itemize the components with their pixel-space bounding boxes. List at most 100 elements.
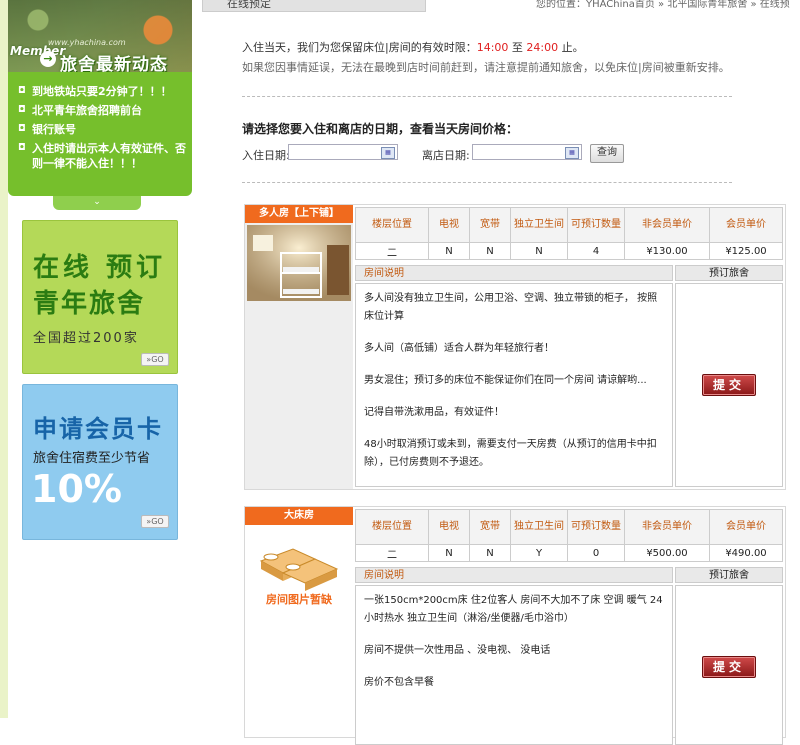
col-header-count: 可预订数量 [567, 207, 625, 243]
calendar-icon[interactable]: ▦ [381, 147, 395, 159]
desc-paragraph: 一张150cm*200cm床 住2位客人 房间不大加不了床 空调 暖气 24小时… [364, 595, 663, 624]
room-dorm: 多人房【上下铺】 楼层位置 电视 宽带 独立卫生间 可预订数量 非会员单价 会员… [244, 204, 786, 490]
cell-broadband: N [469, 544, 511, 562]
news-banner[interactable]: www.yhachina.com Member → 旅舍最新动态 [8, 0, 192, 72]
col-header-broadband: 宽带 [469, 207, 511, 243]
desc-header: 房间说明 [355, 567, 673, 583]
cell-broadband: N [469, 242, 511, 260]
news-list: ◘ 到地铁站只要2分钟了！！！ ◘ 北平青年旅舍招聘前台 ◘ 银行账号 ◘ 入住时请出示… [8, 72, 192, 196]
promo-booking-line3: 全国超过200家 [33, 331, 139, 346]
col-header-member: 会员单价 [709, 509, 783, 545]
news-item[interactable]: ◘ 北平青年旅舍招聘前台 [18, 103, 192, 118]
promo-member-line2: 旅舍住宿费至少节省 [33, 451, 151, 466]
book-header: 预订旅舍 [675, 265, 783, 281]
room-description: 一张150cm*200cm床 住2位客人 房间不大加不了床 空调 暖气 24小时… [355, 585, 673, 745]
news-item-label: 入住时请出示本人有效证件、否则一律不能入住！！！ [32, 142, 186, 170]
col-header-count: 可预订数量 [567, 509, 625, 545]
cell-member-price: ¥490.00 [709, 544, 783, 562]
col-header-nonmember: 非会员单价 [624, 509, 710, 545]
cell-tv: N [428, 544, 470, 562]
news-item[interactable]: ◘ 到地铁站只要2分钟了！！！ [18, 84, 192, 99]
notice-subtext: 如果您因事情延误，无法在最晚到店时间前赶到，请注意提前通知旅舍，以免床位|房间被… [242, 61, 730, 74]
bullet-icon: ◘ [18, 105, 26, 115]
query-button[interactable]: 查询 [590, 144, 624, 163]
bullet-icon: ◘ [18, 124, 26, 134]
col-header-bath: 独立卫生间 [510, 509, 568, 545]
online-booking-promo[interactable]: 在线 预订 青年旅舍 全国超过200家 »GO [22, 220, 178, 374]
submit-button[interactable]: 提交 [702, 656, 756, 678]
photo-missing-label: 房间图片暂缺 [266, 593, 332, 606]
room-title: 多人房【上下铺】 [245, 205, 353, 223]
col-header-member: 会员单价 [709, 207, 783, 243]
room-description: 多人间没有独立卫生间，公用卫浴、空调、独立带锁的柜子， 按照床位计算 多人间（高… [355, 283, 673, 487]
date-selector: 请选择您要入住和离店的日期，查看当天房间价格： 入住日期: ▦ 离店日期: ▦ … [242, 120, 624, 163]
main-content: 在线预定 您的位置：YHAChina首页 » 北平国际青年旅舍 » 在线预 入住… [192, 0, 800, 745]
col-header-bath: 独立卫生间 [510, 207, 568, 243]
promo-booking-line2: 青年旅舍 [33, 289, 146, 319]
desc-paragraph: 记得自带洗漱用品，有效证件！ [364, 407, 504, 418]
news-item[interactable]: ◘ 银行账号 [18, 122, 192, 137]
desc-paragraph: 48小时取消预订或未到，需要支付一天房费（从预订的信用卡中扣除），已付房费则不予… [364, 439, 657, 468]
promo-booking-line1: 在线 预订 [33, 253, 167, 283]
bullet-icon: ◘ [18, 143, 26, 153]
col-header-floor: 楼层位置 [355, 509, 429, 545]
table-row: 二 N N Y 0 ¥500.00 ¥490.00 [355, 544, 783, 562]
table-row: 二 N N N 4 ¥130.00 ¥125.00 [355, 242, 783, 260]
desc-paragraph: 多人间没有独立卫生间，公用卫浴、空调、独立带锁的柜子， 按照床位计算 [364, 293, 658, 322]
desc-paragraph: 房间不提供一次性用品 、没电视、 没电话 [364, 645, 551, 656]
book-cell: 提交 [675, 585, 783, 745]
divider [242, 96, 732, 97]
notice-text: 至 [508, 41, 527, 54]
banner-member-logo: Member [10, 44, 66, 58]
cell-count: 4 [567, 242, 625, 260]
book-cell: 提交 [675, 283, 783, 487]
desc-paragraph: 多人间（高低铺）适合人群为年轻旅行者！ [364, 343, 554, 354]
checkin-label: 入住日期: [242, 149, 290, 162]
book-header: 预订旅舍 [675, 567, 783, 583]
promo-member-discount: 10% [31, 467, 122, 511]
date-selector-heading: 请选择您要入住和离店的日期，查看当天房间价格： [242, 122, 519, 136]
cell-count: 0 [567, 544, 625, 562]
notice-time-start: 14:00 [476, 41, 509, 54]
bullet-icon: ◘ [18, 86, 26, 96]
col-header-broadband: 宽带 [469, 509, 511, 545]
submit-button[interactable]: 提交 [702, 374, 756, 396]
cell-bath: Y [510, 544, 568, 562]
notice-text: 止。 [558, 41, 584, 54]
news-item[interactable]: ◘ 入住时请出示本人有效证件、否则一律不能入住！！！ [18, 141, 192, 171]
left-background-strip [0, 0, 8, 718]
checkout-date-input[interactable]: ▦ [472, 144, 582, 160]
promo-member-line1: 申请会员卡 [33, 415, 163, 443]
col-header-nonmember: 非会员单价 [624, 207, 710, 243]
cell-nonmember-price: ¥130.00 [624, 242, 710, 260]
cell-tv: N [428, 242, 470, 260]
arrow-right-icon: → [40, 51, 56, 67]
desc-paragraph: 房价不包含早餐 [364, 677, 434, 688]
news-item-label: 北平青年旅舍招聘前台 [32, 104, 142, 117]
room-photo[interactable] [247, 225, 351, 301]
notice-text: 入住当天，我们为您保留床位|房间的有效时限： [242, 41, 477, 54]
desc-header: 房间说明 [355, 265, 673, 281]
checkin-notice: 入住当天，我们为您保留床位|房间的有效时限：14:00 至 24:00 止。 如… [242, 38, 792, 78]
member-card-promo[interactable]: 申请会员卡 旅舍住宿费至少节省 10% »GO [22, 384, 178, 540]
cell-floor: 二 [355, 242, 429, 260]
divider [242, 182, 732, 183]
cell-floor: 二 [355, 544, 429, 562]
news-item-label: 到地铁站只要2分钟了！！！ [32, 85, 172, 98]
price-table: 楼层位置 电视 宽带 独立卫生间 可预订数量 非会员单价 会员单价 二 N N … [355, 509, 783, 562]
checkin-date-input[interactable]: ▦ [288, 144, 398, 160]
room-double: 大床房 房间图片暂缺 楼层位置 电视 宽带 独立卫生间 可预订数量 非会员单价 … [244, 506, 786, 745]
calendar-icon[interactable]: ▦ [565, 147, 579, 159]
go-button[interactable]: »GO [141, 515, 169, 528]
cell-member-price: ¥125.00 [709, 242, 783, 260]
col-header-tv: 电视 [428, 509, 470, 545]
go-button[interactable]: »GO [141, 353, 169, 366]
col-header-tv: 电视 [428, 207, 470, 243]
news-more-toggle[interactable]: ⌄ [53, 196, 141, 210]
notice-time-end: 24:00 [526, 41, 559, 54]
news-item-label: 银行账号 [32, 123, 76, 136]
breadcrumb[interactable]: 您的位置：YHAChina首页 » 北平国际青年旅舍 » 在线预 [536, 0, 800, 10]
tab-online-booking[interactable]: 在线预定 [202, 0, 426, 12]
checkout-label: 离店日期: [422, 149, 470, 162]
cell-bath: N [510, 242, 568, 260]
